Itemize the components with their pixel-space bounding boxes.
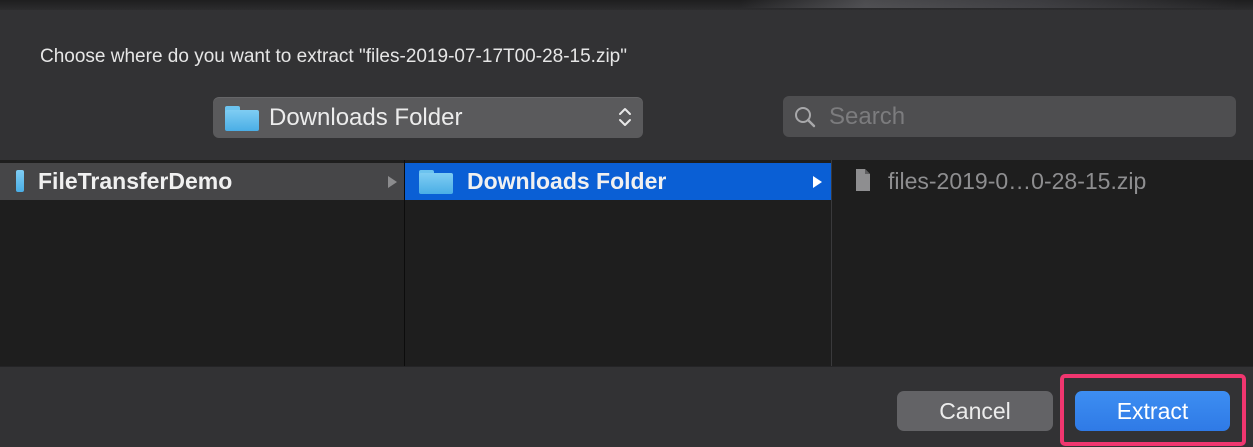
search-placeholder: Search [829, 103, 906, 130]
browser-row-filetransferdemo[interactable]: FileTransferDemo [0, 163, 404, 200]
browser-row-label: files-2019-0…0-28-15.zip [888, 168, 1147, 194]
cancel-button[interactable]: Cancel [897, 391, 1053, 431]
updown-chevron-icon [619, 108, 631, 126]
folder-icon [225, 106, 259, 131]
browser-row-zip-file[interactable]: files-2019-0…0-28-15.zip [832, 163, 1253, 200]
location-popup-label: Downloads Folder [269, 104, 463, 131]
browser-column-1: FileTransferDemo [0, 160, 405, 366]
browser-row-label: FileTransferDemo [38, 168, 233, 194]
window-top-edge [0, 0, 1253, 10]
search-icon [795, 107, 816, 128]
browser-column-2: Downloads Folder [405, 160, 832, 366]
background-window-edge [740, 0, 1240, 8]
extract-highlight-annotation [1060, 374, 1246, 446]
location-popup-button[interactable]: Downloads Folder [213, 97, 643, 138]
folder-icon [16, 170, 24, 192]
search-field[interactable]: Search [783, 96, 1236, 137]
folder-icon [419, 170, 453, 194]
document-icon [856, 169, 870, 191]
browser-column-3: files-2019-0…0-28-15.zip [832, 160, 1253, 366]
browser-row-label: Downloads Folder [467, 168, 667, 194]
disclosure-arrow-icon [388, 176, 397, 188]
extract-dialog: Choose where do you want to extract "fil… [0, 0, 1253, 447]
dialog-prompt: Choose where do you want to extract "fil… [40, 46, 627, 67]
column-browser: FileTransferDemo Downloads Folder files-… [0, 160, 1253, 366]
browser-row-downloads-folder[interactable]: Downloads Folder [405, 163, 831, 200]
disclosure-arrow-icon [813, 176, 822, 188]
